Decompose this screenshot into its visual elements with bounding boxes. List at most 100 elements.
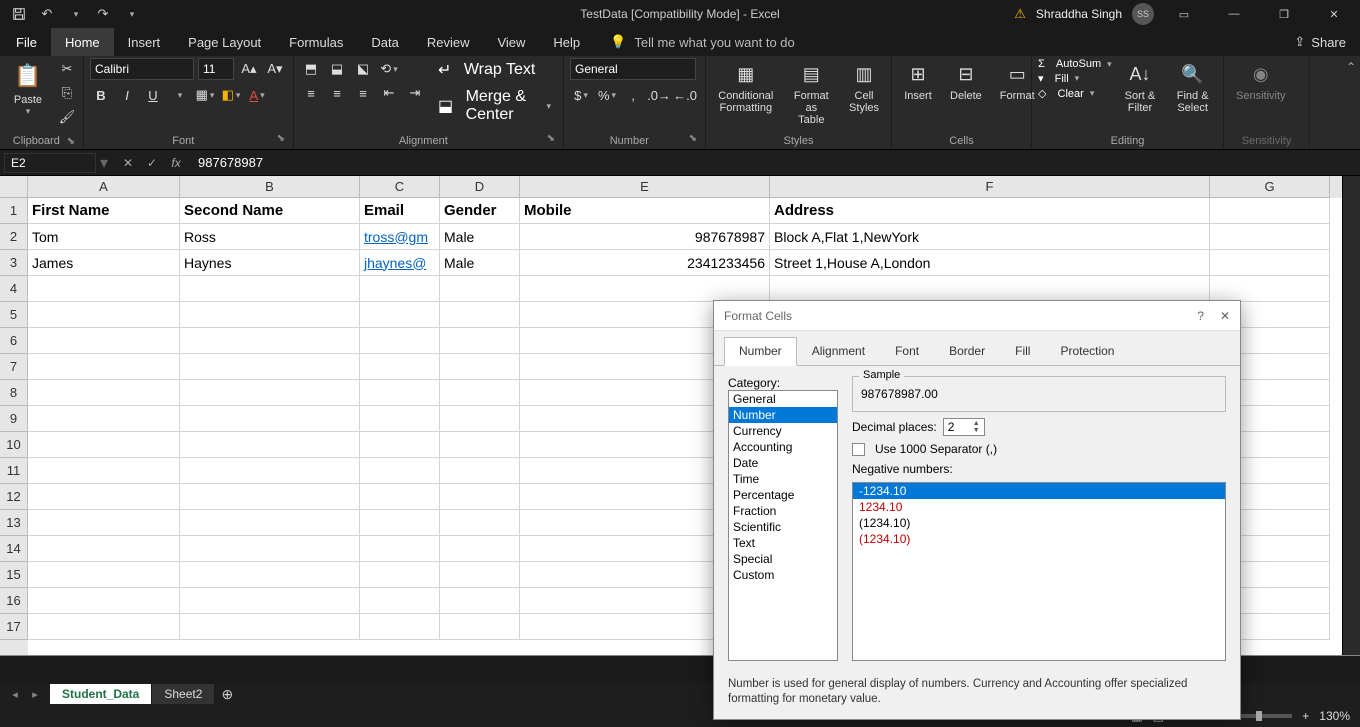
align-middle-icon[interactable]: ⬓ <box>326 58 348 80</box>
negative-number-option[interactable]: 1234.10 <box>853 499 1225 515</box>
category-item[interactable]: Text <box>729 535 837 551</box>
cell[interactable] <box>440 276 520 302</box>
sheet-tab[interactable]: Sheet2 <box>152 684 215 704</box>
cell[interactable] <box>440 432 520 458</box>
cell[interactable] <box>28 276 180 302</box>
zoom-in-button[interactable]: + <box>1302 709 1309 723</box>
cell[interactable]: tross@gm <box>360 224 440 250</box>
cell[interactable] <box>28 536 180 562</box>
cell[interactable]: Email <box>360 198 440 224</box>
category-item[interactable]: Currency <box>729 423 837 439</box>
cell[interactable] <box>1210 224 1330 250</box>
row-header[interactable]: 11 <box>0 458 28 484</box>
copy-icon[interactable]: ⎘ <box>56 82 78 104</box>
cell[interactable] <box>180 354 360 380</box>
cell[interactable] <box>360 328 440 354</box>
row-header[interactable]: 5 <box>0 302 28 328</box>
row-header[interactable]: 1 <box>0 198 28 224</box>
tab-formulas[interactable]: Formulas <box>275 28 357 56</box>
cell[interactable] <box>360 432 440 458</box>
sheet-tab-active[interactable]: Student_Data <box>50 684 152 704</box>
negative-number-option[interactable]: (1234.10) <box>853 531 1225 547</box>
cell[interactable] <box>360 588 440 614</box>
cell[interactable] <box>180 406 360 432</box>
cell[interactable] <box>180 302 360 328</box>
undo-icon[interactable]: ↶ <box>36 3 58 25</box>
tab-review[interactable]: Review <box>413 28 484 56</box>
cell[interactable] <box>28 354 180 380</box>
clipboard-launcher[interactable]: ⬊ <box>67 136 77 147</box>
clear-button[interactable]: ◇ Clear <box>1038 87 1112 100</box>
cell[interactable]: Ross <box>180 224 360 250</box>
cell[interactable] <box>180 484 360 510</box>
cell[interactable] <box>770 276 1210 302</box>
sheet-nav-first[interactable]: ◂ <box>6 685 24 703</box>
cell[interactable] <box>28 380 180 406</box>
cell[interactable] <box>360 302 440 328</box>
close-button[interactable]: ✕ <box>1314 0 1354 28</box>
qat-customize[interactable] <box>120 3 142 25</box>
merge-center-button[interactable]: ⬓ Merge & Center <box>432 86 557 126</box>
italic-button[interactable]: I <box>116 84 138 106</box>
row-header[interactable]: 14 <box>0 536 28 562</box>
fx-icon[interactable]: fx <box>166 153 186 173</box>
cancel-formula-icon[interactable]: ✕ <box>118 153 138 173</box>
spin-down-icon[interactable]: ▼ <box>973 427 980 434</box>
format-as-table-button[interactable]: ▤Format as Table <box>786 58 837 128</box>
cell[interactable] <box>180 510 360 536</box>
cell[interactable] <box>440 302 520 328</box>
row-header[interactable]: 17 <box>0 614 28 640</box>
cell[interactable] <box>440 380 520 406</box>
row-header[interactable]: 12 <box>0 484 28 510</box>
cell[interactable]: James <box>28 250 180 276</box>
row-header[interactable]: 7 <box>0 354 28 380</box>
dialog-close-button[interactable]: ✕ <box>1220 309 1230 323</box>
tab-file[interactable]: File <box>2 28 51 56</box>
sort-filter-button[interactable]: A↓Sort & Filter <box>1118 58 1163 116</box>
cell[interactable]: 2341233456 <box>520 250 770 276</box>
wrap-text-button[interactable]: ↵ Wrap Text <box>432 58 557 82</box>
cell[interactable] <box>180 614 360 640</box>
cell[interactable]: Mobile <box>520 198 770 224</box>
category-item[interactable]: Percentage <box>729 487 837 503</box>
row-header[interactable]: 16 <box>0 588 28 614</box>
tab-data[interactable]: Data <box>357 28 412 56</box>
row-header[interactable]: 9 <box>0 406 28 432</box>
col-header[interactable]: E <box>520 176 770 198</box>
align-left-icon[interactable]: ≡ <box>300 82 322 104</box>
fill-color-button[interactable]: ◧ <box>220 84 242 106</box>
decrease-font-icon[interactable]: A▾ <box>264 58 286 80</box>
cell[interactable]: Second Name <box>180 198 360 224</box>
tab-pagelayout[interactable]: Page Layout <box>174 28 275 56</box>
row-header[interactable]: 13 <box>0 510 28 536</box>
row-header[interactable]: 4 <box>0 276 28 302</box>
cell[interactable] <box>180 432 360 458</box>
cell[interactable] <box>28 406 180 432</box>
col-header[interactable]: G <box>1210 176 1330 198</box>
number-format[interactable] <box>570 58 696 80</box>
formula-input[interactable] <box>192 153 1360 172</box>
decrease-decimal-icon[interactable]: ←.0 <box>674 84 696 106</box>
cell[interactable] <box>440 328 520 354</box>
cell[interactable] <box>180 536 360 562</box>
cell[interactable] <box>180 276 360 302</box>
cell[interactable] <box>440 406 520 432</box>
dialog-tab-font[interactable]: Font <box>880 337 934 365</box>
delete-cells-button[interactable]: ⊟Delete <box>944 58 988 104</box>
currency-icon[interactable]: $ <box>570 84 592 106</box>
add-sheet-button[interactable]: ⊕ <box>215 686 239 703</box>
cell[interactable]: Haynes <box>180 250 360 276</box>
align-top-icon[interactable]: ⬒ <box>300 58 322 80</box>
cell[interactable] <box>360 380 440 406</box>
tab-insert[interactable]: Insert <box>114 28 175 56</box>
undo-dropdown[interactable] <box>64 3 86 25</box>
decimal-places-input[interactable]: 2 ▲▼ <box>943 418 985 436</box>
cell[interactable]: Street 1,House A,London <box>770 250 1210 276</box>
fill-button[interactable]: ▾ Fill <box>1038 72 1112 85</box>
cell[interactable] <box>360 276 440 302</box>
align-bottom-icon[interactable]: ⬕ <box>352 58 374 80</box>
row-header[interactable]: 10 <box>0 432 28 458</box>
category-item[interactable]: Number <box>729 407 837 423</box>
dialog-tab-alignment[interactable]: Alignment <box>797 337 880 365</box>
enter-formula-icon[interactable]: ✓ <box>142 153 162 173</box>
